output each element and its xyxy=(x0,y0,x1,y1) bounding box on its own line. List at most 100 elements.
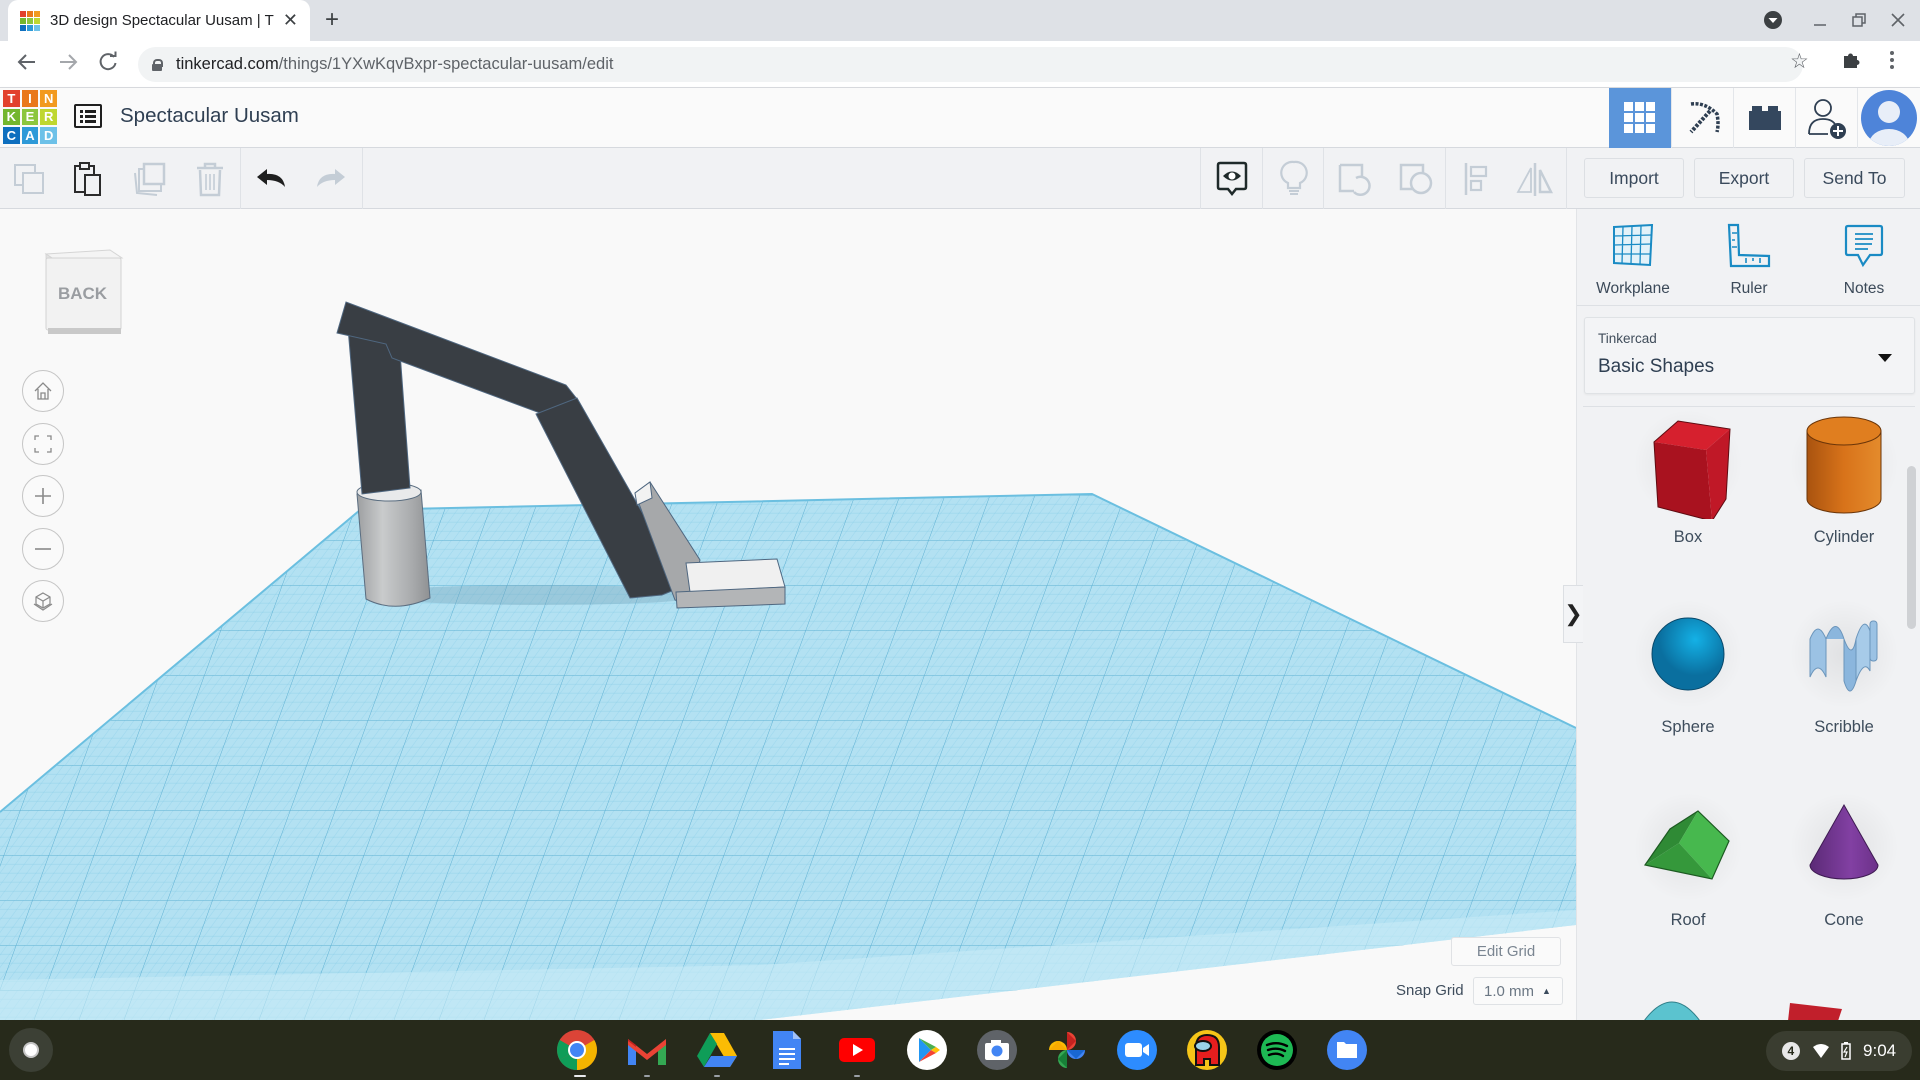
3d-scene[interactable] xyxy=(0,209,1576,1020)
align-button[interactable] xyxy=(1448,148,1506,209)
tab-search-icon[interactable] xyxy=(1763,10,1783,35)
wifi-icon xyxy=(1812,1044,1829,1058)
ortho-view-button[interactable] xyxy=(22,580,64,622)
minimize-icon[interactable] xyxy=(1812,12,1828,33)
new-tab-button[interactable]: + xyxy=(325,6,339,34)
collapse-panel-button[interactable]: ❯ xyxy=(1563,585,1583,643)
taskbar-app-drive[interactable] xyxy=(695,1028,739,1072)
profile-avatar[interactable] xyxy=(1857,88,1919,148)
panel-divider xyxy=(1577,305,1920,306)
redo-button[interactable] xyxy=(301,148,359,209)
shape-label: Box xyxy=(1673,528,1703,546)
shape-label: Cylinder xyxy=(1813,528,1875,546)
shape-cone[interactable]: Cone xyxy=(1769,787,1919,930)
bricks-view-button[interactable] xyxy=(1733,88,1795,148)
box-shape-icon xyxy=(1653,420,1731,519)
forward-icon[interactable] xyxy=(57,51,79,79)
taskbar-app-spotify[interactable] xyxy=(1255,1028,1299,1072)
shape-roof[interactable]: Roof xyxy=(1613,787,1763,930)
invite-user-button[interactable] xyxy=(1795,88,1857,148)
3d-viewport[interactable]: BACK Edit Grid Snap Grid 1.0 mm ▲ xyxy=(0,209,1576,1020)
close-tab-icon[interactable]: ✕ xyxy=(283,10,298,31)
workplane-tool[interactable]: Workplane xyxy=(1583,223,1683,298)
back-icon[interactable] xyxy=(16,51,38,79)
shape-partial-red[interactable] xyxy=(1782,997,1862,1020)
fit-view-button[interactable] xyxy=(22,423,64,465)
show-all-button[interactable] xyxy=(1203,148,1261,209)
toolbar-divider xyxy=(1445,148,1446,209)
clock-time: 9:04 xyxy=(1863,1041,1897,1060)
zoom-out-button[interactable] xyxy=(22,528,64,570)
shape-partial-teal[interactable] xyxy=(1632,991,1712,1020)
browser-menu-icon[interactable] xyxy=(1888,49,1896,71)
restore-icon[interactable] xyxy=(1851,12,1867,33)
logo-letter: I xyxy=(21,90,39,107)
mirror-button[interactable] xyxy=(1506,148,1564,209)
launcher-button[interactable] xyxy=(9,1028,53,1072)
taskbar-app-chrome[interactable] xyxy=(555,1028,599,1072)
undo-button[interactable] xyxy=(243,148,301,209)
taskbar-app-photos[interactable] xyxy=(1045,1028,1089,1072)
zoom-in-button[interactable] xyxy=(22,475,64,517)
taskbar-app-play-store[interactable] xyxy=(905,1028,949,1072)
panel-scrollbar[interactable] xyxy=(1907,466,1916,629)
reload-icon[interactable] xyxy=(97,51,119,79)
notes-tool[interactable]: Notes xyxy=(1814,223,1914,298)
gray-flat-plate[interactable] xyxy=(675,558,786,609)
gray-cylinder[interactable] xyxy=(356,482,431,607)
taskbar-app-gmail[interactable] xyxy=(625,1028,669,1072)
hint-button[interactable] xyxy=(1265,148,1323,209)
shape-box[interactable]: Box xyxy=(1613,404,1763,547)
shape-sphere[interactable]: Sphere xyxy=(1613,594,1763,737)
taskbar-app-files[interactable] xyxy=(1325,1028,1369,1072)
shape-scribble[interactable]: Scribble xyxy=(1769,594,1919,737)
view-cube[interactable]: BACK xyxy=(40,244,125,339)
shape-library-select[interactable]: Tinkercad Basic Shapes xyxy=(1584,317,1915,394)
logo-letter: E xyxy=(21,108,39,126)
grid-icon xyxy=(1624,102,1655,133)
close-window-icon[interactable] xyxy=(1890,12,1906,33)
taskbar-app-camera[interactable] xyxy=(975,1028,1019,1072)
taskbar-app-zoom[interactable] xyxy=(1115,1028,1159,1072)
browser-tab[interactable]: 3D design Spectacular Uusam | T ✕ xyxy=(8,0,310,41)
copy-button[interactable] xyxy=(0,148,58,209)
taskbar-app-among-us[interactable] xyxy=(1185,1028,1229,1072)
export-button[interactable]: Export xyxy=(1694,158,1794,198)
ruler-tool[interactable]: Ruler xyxy=(1699,223,1799,298)
plus-icon xyxy=(35,488,51,504)
home-view-button[interactable] xyxy=(22,370,64,412)
ungroup-button[interactable] xyxy=(1387,148,1445,209)
send-to-button[interactable]: Send To xyxy=(1804,158,1905,198)
paste-button[interactable] xyxy=(59,148,117,209)
lock-icon[interactable] xyxy=(152,58,163,71)
shapes-panel: Workplane Ruler Notes Tinkercad Basic Sh… xyxy=(1576,209,1920,1020)
chrome-icon xyxy=(557,1030,597,1070)
design-title[interactable]: Spectacular Uusam xyxy=(120,104,299,128)
notification-count-badge: 4 xyxy=(1781,1042,1800,1060)
workplane-label: Workplane xyxy=(1596,280,1670,297)
shape-cylinder[interactable]: Cylinder xyxy=(1769,404,1919,547)
files-icon xyxy=(1327,1030,1367,1070)
perspective-cube-icon xyxy=(33,592,53,611)
tinkercad-logo[interactable]: T I N K E R C A D xyxy=(3,90,57,144)
lightbulb-icon xyxy=(1280,160,1308,195)
tab-title: 3D design Spectacular Uusam | T xyxy=(50,12,274,29)
address-bar[interactable]: tinkercad.com/things/1YXwKqvBxpr-spectac… xyxy=(138,47,1803,82)
group-button[interactable] xyxy=(1326,148,1384,209)
3d-design-view-button[interactable] xyxy=(1609,88,1671,148)
blocks-view-button[interactable] xyxy=(1671,88,1733,148)
extensions-puzzle-icon[interactable] xyxy=(1841,50,1861,76)
import-button[interactable]: Import xyxy=(1584,158,1684,198)
group-icon xyxy=(1338,163,1371,196)
duplicate-button[interactable] xyxy=(120,148,178,209)
taskbar-app-youtube[interactable] xyxy=(835,1028,879,1072)
delete-button[interactable] xyxy=(181,148,239,209)
bookmark-star-icon[interactable]: ☆ xyxy=(1790,49,1809,74)
taskbar-app-docs[interactable] xyxy=(765,1028,809,1072)
edit-grid-button[interactable]: Edit Grid xyxy=(1451,937,1561,966)
duplicate-icon xyxy=(134,162,166,196)
design-list-icon[interactable] xyxy=(74,104,102,128)
system-tray[interactable]: 4 9:04 xyxy=(1766,1031,1912,1071)
snap-grid-label: Snap Grid xyxy=(1396,982,1464,999)
snap-grid-select[interactable]: 1.0 mm ▲ xyxy=(1473,977,1563,1005)
